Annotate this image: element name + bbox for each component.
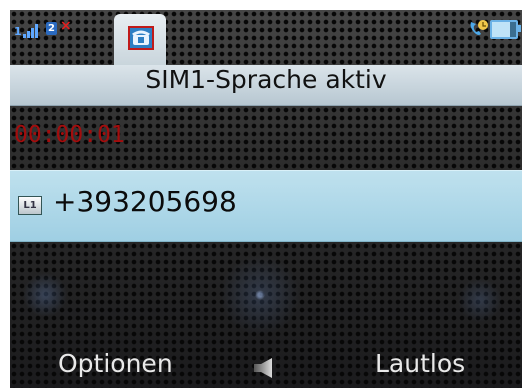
caller-row[interactable]: L1 +393205698: [10, 170, 522, 242]
phone-frame: 1 2 × SIM1-Sprache aktiv 00:00:01 L1 +39…: [0, 0, 525, 390]
options-softkey[interactable]: Optionen: [58, 349, 173, 378]
speaker-icon[interactable]: [252, 355, 282, 381]
call-timer: 00:00:01: [14, 122, 125, 148]
title-bar: SIM1-Sprache aktiv: [10, 65, 522, 106]
no-signal-icon: ×: [60, 18, 72, 34]
phone-active-icon: [468, 19, 490, 37]
line-indicator-badge: L1: [18, 196, 42, 215]
phone-screen: 1 2 × SIM1-Sprache aktiv 00:00:01 L1 +39…: [10, 10, 522, 388]
battery-icon: [490, 20, 521, 39]
caller-number: +393205698: [53, 185, 237, 218]
sim1-signal-icon: 1: [14, 20, 42, 38]
status-bar: 1 2 ×: [10, 10, 522, 65]
active-call-tab[interactable]: [114, 14, 166, 65]
softkey-bar: Optionen Lautlos: [10, 345, 522, 388]
phone-call-icon: [128, 26, 154, 50]
sim2-indicator: 2: [46, 22, 57, 35]
mute-softkey[interactable]: Lautlos: [375, 349, 465, 378]
sim1-number: 1: [14, 25, 22, 38]
page-title: SIM1-Sprache aktiv: [145, 65, 387, 94]
